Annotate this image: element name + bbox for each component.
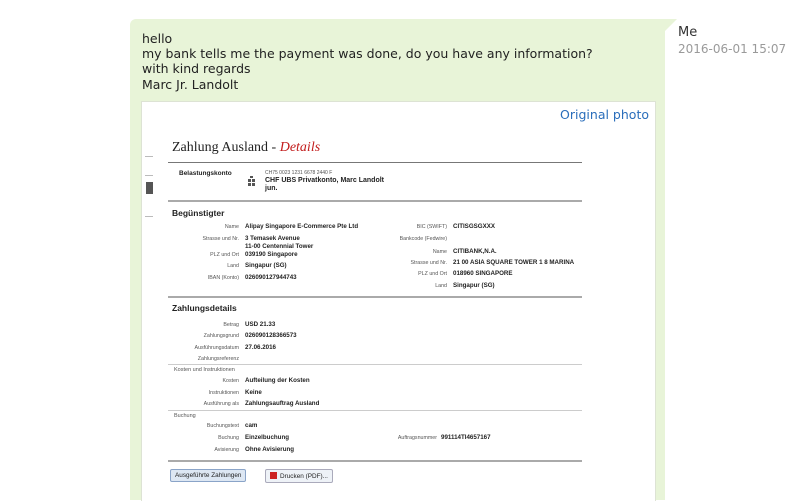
field-value: 27.06.2016 [245,344,276,351]
divider [168,364,582,365]
margin-tick [145,175,153,176]
payment-screenshot: Zahlung Ausland - Details Belastungskont… [145,130,585,500]
field-value: 3 Temasek Avenue [245,235,300,242]
field-label: Strasse und Nr. [202,236,239,242]
title-sep: - [268,140,280,155]
field-label: Zahlungsgrund [203,333,239,339]
divider [168,296,582,298]
field-label: Bankcode (Fedwire) [399,236,447,242]
order-number-value: 991114TI4657167 [441,434,491,441]
original-photo-link[interactable]: Original photo [560,107,649,122]
message-line: Marc Jr. Landolt [142,76,239,92]
field-label: Land [435,283,447,289]
message-timestamp: 2016-06-01 15:07 [678,42,787,56]
print-pdf-button[interactable]: Drucken (PDF)... [265,469,333,483]
field-label: PLZ und Ort [210,252,239,258]
beneficiary-heading: Begünstigter [172,208,225,218]
executed-payments-button[interactable]: Ausgeführte Zahlungen [170,469,247,482]
title-detail: Details [279,140,321,155]
field-label: Strasse und Nr. [410,260,447,266]
payment-heading: Zahlungsdetails [172,303,237,313]
title-main: Zahlung Ausland [172,140,269,155]
field-label: Buchungstext [206,423,239,429]
field-label: Ausführungsdatum [194,345,239,351]
field-value: Singapur (SG) [245,262,287,269]
divider [168,200,582,202]
field-label: Betrag [223,322,239,328]
message-text: hello my bank tells me the payment was d… [142,31,593,92]
field-value: Keine [245,389,262,396]
field-value: Alipay Singapore E-Commerce Pte Ltd [245,223,359,230]
message-line: my bank tells me the payment was done, d… [142,46,593,62]
field-value: Zahlungsauftrag Ausland [245,400,320,407]
pdf-icon [270,472,277,479]
print-label: Drucken (PDF)... [280,473,328,480]
field-value: 039190 Singapore [245,251,298,258]
booking-heading: Buchung [174,413,196,419]
debit-account-number: CH75 0023 1231 6678 2440 F [265,170,333,176]
field-label: Name [224,224,239,230]
field-value: 018960 SINGAPORE [453,270,513,277]
field-value: CITISGSGXXX [453,223,495,230]
field-label: Kosten [222,378,240,384]
field-label: Buchung [218,435,239,441]
payment-title: Zahlung Ausland - Details [172,140,320,156]
divider [168,460,582,462]
message-line: hello [142,31,173,46]
field-value: Aufteilung der Kosten [245,377,310,384]
field-label: Land [227,263,239,269]
field-label: PLZ und Ort [418,271,447,277]
debit-account-name-cont: jun. [265,185,278,192]
field-value: 026090127944743 [245,274,297,281]
divider [168,162,582,163]
photo-attachment[interactable]: Original photo Zahlung Ausland - Details… [141,101,656,501]
message-line: with kind regards [142,61,251,77]
field-label: BIC (SWIFT) [416,224,447,230]
sender-name: Me [678,25,698,40]
debit-account-name: CHF UBS Privatkonto, Marc Landolt [265,177,385,184]
field-value: 11-00 Centennial Tower [245,243,314,250]
costs-heading: Kosten und Instruktionen [174,367,235,373]
message-meta: Me 2016-06-01 15:07 [678,25,786,56]
field-value: CITIBANK,N.A. [453,248,497,255]
order-number-label: Auftragsnummer [397,435,437,441]
field-label: Instruktionen [208,390,239,396]
field-value: Einzelbuchung [245,434,289,441]
debit-label: Belastungskonto [179,170,232,177]
field-value: Ohne Avisierung [245,446,295,453]
field-label: Ausführung als [203,401,239,407]
account-icon [248,176,255,186]
margin-tick [145,216,153,217]
field-label: IBAN (Konto) [207,275,239,281]
divider [168,410,582,411]
field-value: 026090128366573 [245,332,297,339]
field-value: USD 21.33 [245,321,276,328]
field-label: Avisierung [214,447,239,453]
field-label: Name [432,249,447,255]
field-value: 21 00 ASIA SQUARE TOWER 1 8 MARINA [453,259,575,266]
chat-bubble: hello my bank tells me the payment was d… [130,19,677,501]
field-value: cam [245,422,258,429]
margin-tick [145,156,153,157]
field-label: Zahlungsreferenz [197,356,239,362]
margin-bar [146,182,153,194]
field-value: Singapur (SG) [453,282,495,289]
